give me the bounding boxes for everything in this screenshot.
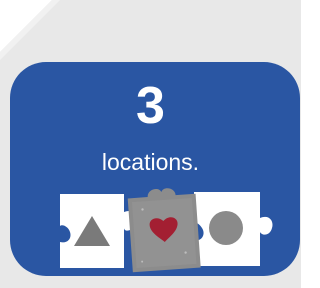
puzzle-piece-right <box>194 192 273 266</box>
circle-icon <box>209 211 243 245</box>
locations-count: 3 <box>136 77 165 135</box>
puzzle-illustration <box>60 188 273 273</box>
puzzle-piece-middle <box>127 188 201 273</box>
locations-label: locations. <box>101 149 200 175</box>
puzzle-piece-left <box>60 194 138 268</box>
